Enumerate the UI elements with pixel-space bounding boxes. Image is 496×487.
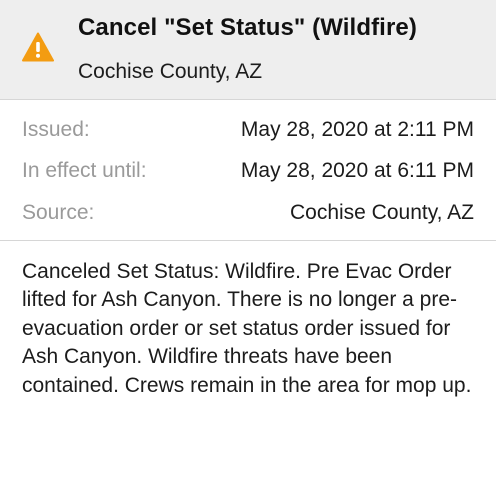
issued-row: Issued: May 28, 2020 at 2:11 PM (22, 118, 474, 148)
source-label: Source: (22, 201, 95, 224)
alert-header: Cancel "Set Status" (Wildfire) Cochise C… (0, 0, 496, 100)
in-effect-until-label: In effect until: (22, 159, 147, 182)
issued-value: May 28, 2020 at 2:11 PM (240, 118, 474, 141)
in-effect-until-row: In effect until: May 28, 2020 at 6:11 PM (22, 159, 474, 189)
issued-label: Issued: (22, 118, 90, 141)
alert-description: Canceled Set Status: Wildfire. Pre Evac … (22, 260, 472, 397)
warning-icon (22, 32, 54, 62)
alert-title: Cancel "Set Status" (Wildfire) (78, 14, 417, 41)
alert-area: Cochise County, AZ (78, 60, 263, 83)
source-value: Cochise County, AZ (289, 201, 474, 224)
source-row: Source: Cochise County, AZ (22, 201, 474, 231)
alert-details: Issued: May 28, 2020 at 2:11 PM In effec… (0, 100, 496, 241)
in-effect-until-value: May 28, 2020 at 6:11 PM (240, 159, 474, 182)
